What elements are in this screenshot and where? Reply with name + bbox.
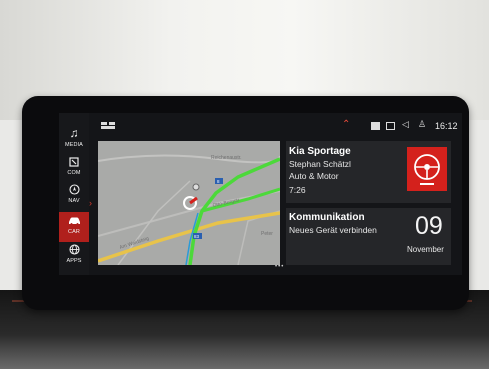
layout-icon[interactable] — [101, 122, 115, 129]
media-card[interactable]: Kia Sportage Stephan Schätzl Auto & Moto… — [286, 141, 451, 203]
sidebar-item-label: COM — [67, 170, 81, 176]
sidebar-item-apps[interactable]: APPS — [61, 241, 87, 271]
media-artist: Stephan Schätzl — [289, 159, 351, 169]
sidebar: ♫ MEDIA COM NAV CAR APPS — [59, 113, 89, 275]
street-label: Reichenaustr. — [211, 155, 242, 161]
street-label: Peter — [261, 231, 273, 237]
sidebar-item-label: MEDIA — [65, 142, 83, 148]
status-bar: ⌃ ◁ ♙ 16:12 — [89, 113, 462, 137]
sidebar-item-label: NAV — [68, 198, 80, 204]
communication-card[interactable]: Kommunikation Neues Gerät verbinden 09 N… — [286, 208, 451, 265]
sidebar-item-car[interactable]: CAR — [59, 212, 89, 242]
user-icon[interactable]: ♙ — [418, 119, 426, 130]
active-item-indicator-icon: › — [89, 198, 92, 208]
music-note-icon: ♫ — [69, 126, 79, 140]
dashboard-reflection — [0, 335, 489, 369]
sidebar-item-com[interactable]: COM — [61, 153, 87, 183]
communication-subtitle: Neues Gerät verbinden — [289, 225, 377, 235]
volume-icon[interactable]: ◁ — [402, 119, 409, 130]
globe-icon — [61, 241, 87, 258]
infotainment-screen: ♫ MEDIA COM NAV CAR APPS › ⌃ ◁ ♙ 16:12 R… — [59, 113, 462, 275]
date-day: 09 — [415, 212, 443, 240]
chevron-up-icon[interactable]: ⌃ — [342, 119, 350, 130]
sidebar-item-label: CAR — [68, 229, 80, 235]
date-month: November — [407, 245, 444, 254]
sidebar-item-media[interactable]: ♫ MEDIA — [61, 125, 87, 155]
display-icon[interactable] — [371, 122, 380, 130]
steering-wheel-icon — [414, 154, 440, 185]
sidebar-item-nav[interactable]: NAV — [61, 181, 87, 211]
media-album: Auto & Motor — [289, 171, 339, 181]
clock: 16:12 — [435, 121, 458, 131]
media-artwork — [407, 147, 447, 191]
phone-icon — [61, 153, 87, 170]
page-indicator: ••• — [275, 264, 285, 270]
car-icon — [59, 212, 89, 229]
compass-icon — [61, 181, 87, 198]
communication-title: Kommunikation — [289, 212, 365, 223]
sidebar-item-label: APPS — [66, 258, 82, 264]
navigation-map[interactable]: Reichenaustr. Otto-Burgstr. Am Waldsteig… — [98, 141, 280, 265]
route-shield: 83 — [194, 234, 200, 239]
screen-icon[interactable] — [386, 122, 395, 130]
media-elapsed: 7:26 — [289, 185, 306, 195]
media-title: Kia Sportage — [289, 146, 351, 157]
